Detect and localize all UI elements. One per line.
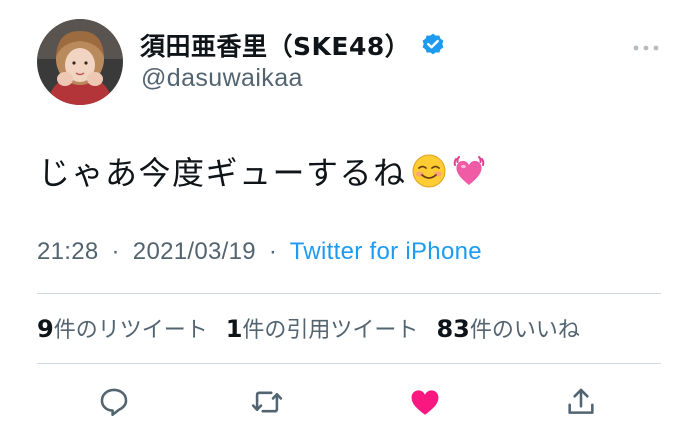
user-handle[interactable]: @dasuwaikaa [141, 64, 303, 93]
author-name-row[interactable]: 須田亜香里（SKE48） [140, 28, 446, 62]
reply-icon [100, 388, 128, 417]
tweet-body: じゃあ今度ギューするね [38, 154, 407, 192]
like-button[interactable] [408, 385, 442, 419]
likes-stat[interactable]: 83件のいいね [436, 312, 579, 344]
tweet-source-link[interactable]: Twitter for iPhone [290, 238, 482, 265]
meta-separator: · [268, 238, 278, 265]
smiling-face-icon [411, 153, 447, 189]
share-button[interactable] [564, 385, 598, 419]
retweets-label: 件のリツイート [53, 318, 208, 343]
tweet-text: じゃあ今度ギューするね [38, 148, 487, 194]
retweets-stat[interactable]: 9件のリツイート [37, 312, 208, 344]
tweet-meta: 21:28 · 2021/03/19 · Twitter for iPhone [37, 238, 482, 266]
retweet-button[interactable] [250, 385, 284, 419]
tweet-card: 須田亜香里（SKE48） @dasuwaikaa じゃあ今度ギューするね 21:… [0, 0, 680, 427]
quote-tweets-count: 1 [225, 315, 243, 343]
retweets-count: 9 [37, 315, 54, 343]
quote-tweets-stat[interactable]: 1件の引用ツイート [226, 312, 419, 344]
divider [37, 363, 661, 364]
beating-heart-icon [451, 153, 487, 189]
quote-tweets-label: 件の引用ツイート [242, 318, 419, 343]
reply-button[interactable] [97, 385, 131, 419]
share-icon [568, 388, 594, 414]
display-name[interactable]: 須田亜香里（SKE48） [140, 27, 410, 63]
avatar[interactable] [37, 19, 123, 105]
divider [37, 293, 661, 294]
heart-filled-icon [411, 390, 439, 415]
meta-separator: · [111, 238, 120, 265]
tweet-date[interactable]: 2021/03/19 [133, 238, 256, 265]
likes-count: 83 [436, 315, 470, 343]
tweet-stats: 9件のリツイート 1件の引用ツイート 83件のいいね [37, 312, 598, 344]
verified-badge-icon [420, 32, 446, 58]
tweet-time[interactable]: 21:28 [37, 238, 99, 265]
retweet-icon [251, 391, 283, 413]
likes-label: 件のいいね [469, 318, 580, 343]
more-options-icon[interactable] [632, 40, 660, 51]
